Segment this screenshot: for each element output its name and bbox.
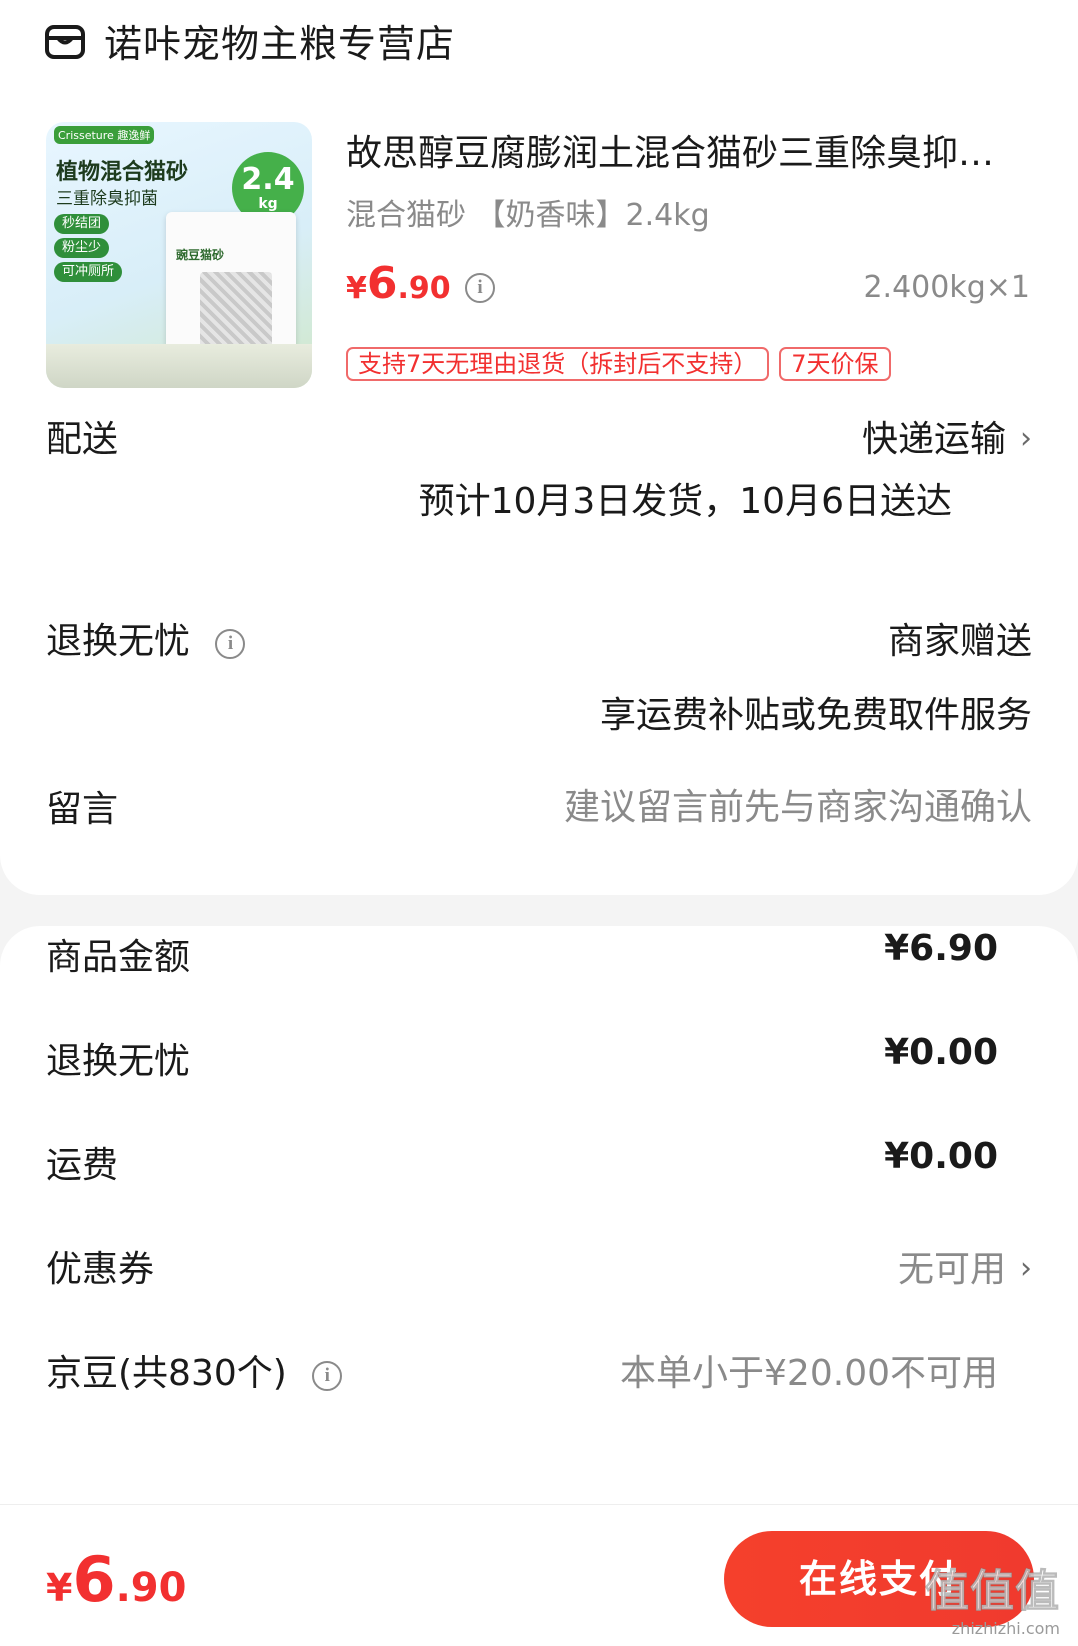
product-price: ¥6.90 <box>346 258 451 309</box>
checkout-bar: ¥6.90 在线支付 值值值 zhizhizhi.com <box>0 1504 1078 1646</box>
product-image-tag: 粉尘少 <box>54 238 110 258</box>
total-price: ¥6.90 <box>46 1543 186 1616</box>
jingdou-value: 本单小于¥20.00不可用 <box>620 1353 998 1394</box>
total-integer: 6 <box>72 1543 116 1616</box>
shop-header[interactable]: 诺咔宠物主粮专营店 <box>44 10 455 70</box>
return-worry-free-label: 退换无忧 i <box>46 612 246 664</box>
product-image-subtitle: 三重除臭抑菌 <box>56 189 158 209</box>
service-tags: 支持7天无理由退货（拆封后不支持） 7天价保 <box>346 347 891 381</box>
product-spec: 混合猫砂 【奶香味】2.4kg <box>346 198 710 233</box>
price-symbol: ¥ <box>346 271 367 306</box>
total-symbol: ¥ <box>46 1566 73 1610</box>
store-icon <box>45 25 85 59</box>
shop-name: 诺咔宠物主粮专营店 <box>104 21 456 66</box>
price-decimal: .90 <box>397 271 451 306</box>
goods-amount-label: 商品金额 <box>46 937 191 978</box>
delivery-method[interactable]: 快递运输 › <box>862 410 1032 462</box>
product-image[interactable]: Crisseture 趣逸鲜 植物混合猫砂 三重除臭抑菌 秒结团 粉尘少 可冲厕… <box>46 122 312 388</box>
coupon-label: 优惠券 <box>46 1249 155 1290</box>
product-image-title: 植物混合猫砂 <box>56 160 189 185</box>
bag-label: 豌豆猫砂 <box>176 248 225 262</box>
summary-card: 商品金额 ¥6.90 退换无忧 ¥0.00 运费 ¥0.00 优惠券 无可用 › … <box>0 926 1078 1526</box>
price-protect-tag: 7天价保 <box>779 347 891 381</box>
chevron-right-icon: › <box>1020 1251 1032 1286</box>
bag-window <box>200 272 272 350</box>
watermark-url: zhizhizhi.com <box>951 1619 1060 1638</box>
return-worry-free-value: 商家赠送 <box>887 621 1032 662</box>
return-fee-value: ¥0.00 <box>884 1032 998 1073</box>
message-label: 留言 <box>46 789 119 830</box>
order-card: 诺咔宠物主粮专营店 Crisseture 趣逸鲜 植物混合猫砂 三重除臭抑菌 秒… <box>0 0 1078 895</box>
message-input[interactable]: 建议留言前先与商家沟通确认 <box>564 778 1032 830</box>
price-info-icon[interactable]: i <box>465 273 495 303</box>
jingdou-text: 京豆(共830个) <box>46 1353 287 1394</box>
delivery-label: 配送 <box>46 419 119 460</box>
product-title[interactable]: 故思醇豆腐膨润土混合猫砂三重除臭抑菌2.4kg奶香味 <box>346 124 1026 176</box>
product-image-brand: Crisseture 趣逸鲜 <box>54 126 155 144</box>
product-image-tag: 秒结团 <box>54 214 110 234</box>
chevron-right-icon: › <box>1020 421 1032 456</box>
weight-badge-value: 2.4 <box>241 162 295 197</box>
return-worry-free-text: 退换无忧 <box>46 621 191 662</box>
coupon-selector[interactable]: 无可用 › <box>898 1240 1032 1292</box>
watermark-logo: 值值值 <box>925 1566 1060 1618</box>
shipping-fee-value: ¥0.00 <box>884 1136 998 1177</box>
delivery-method-text: 快递运输 <box>861 419 1006 460</box>
delivery-eta: 预计10月3日发货，10月6日送达 <box>418 481 952 522</box>
coupon-value: 无可用 <box>897 1249 1006 1290</box>
product-quantity: 2.400kg×1 <box>863 270 1030 305</box>
goods-amount-value: ¥6.90 <box>884 928 998 969</box>
weight-badge-unit: kg <box>258 196 278 212</box>
price-integer: 6 <box>366 258 398 309</box>
watermark: 值值值 zhizhizhi.com <box>925 1555 1061 1639</box>
return-worry-free-desc: 享运费补贴或免费取件服务 <box>599 695 1032 736</box>
return-fee-label: 退换无忧 <box>46 1041 191 1082</box>
total-decimal: .90 <box>115 1565 187 1611</box>
litter-illustration <box>46 344 312 388</box>
return-info-icon[interactable]: i <box>215 629 246 659</box>
jingdou-info-icon[interactable]: i <box>312 1361 343 1391</box>
shipping-fee-label: 运费 <box>46 1145 119 1186</box>
return-policy-tag: 支持7天无理由退货（拆封后不支持） <box>346 347 770 381</box>
jingdou-label: 京豆(共830个) i <box>46 1344 343 1396</box>
product-image-tag: 可冲厕所 <box>54 262 123 282</box>
